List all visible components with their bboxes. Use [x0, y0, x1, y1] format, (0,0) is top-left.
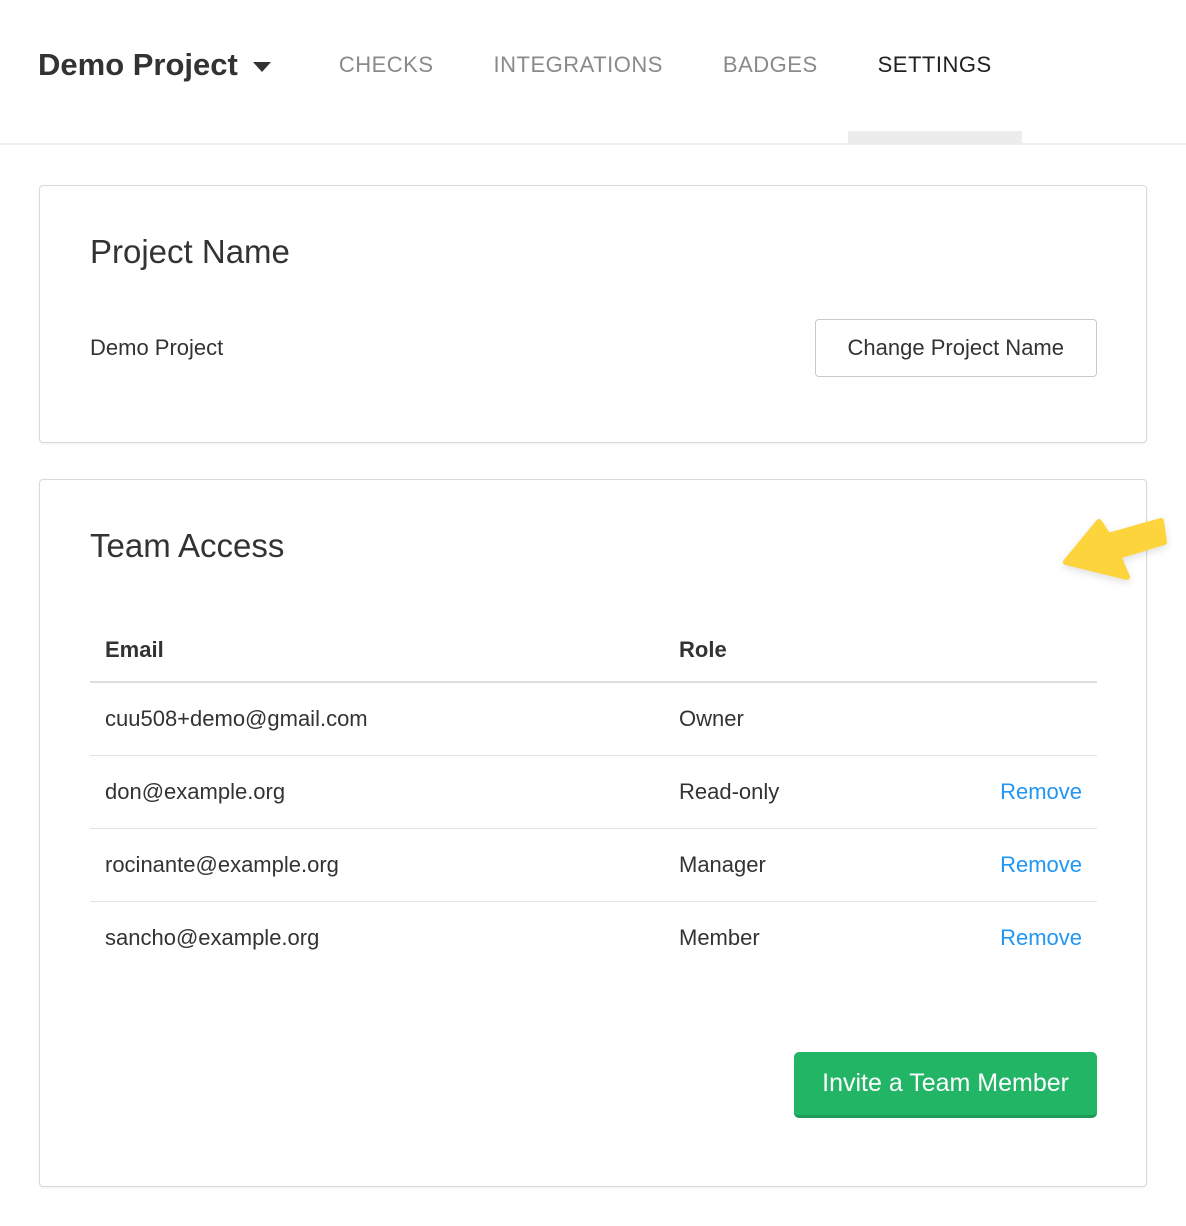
- remove-member-link[interactable]: Remove: [1000, 779, 1082, 804]
- table-row: sancho@example.org Member Remove: [90, 902, 1097, 975]
- active-tab-indicator: [848, 131, 1022, 145]
- team-access-title: Team Access: [90, 527, 1097, 565]
- column-header-email: Email: [90, 619, 664, 682]
- tab-settings[interactable]: SETTINGS: [848, 0, 1022, 143]
- table-row: don@example.org Read-only Remove: [90, 756, 1097, 829]
- invite-team-member-button[interactable]: Invite a Team Member: [794, 1052, 1097, 1118]
- top-nav-bar: Demo Project CHECKS INTEGRATIONS BADGES …: [0, 0, 1186, 145]
- change-project-name-button[interactable]: Change Project Name: [815, 319, 1097, 377]
- main-nav: CHECKS INTEGRATIONS BADGES SETTINGS: [309, 0, 1022, 143]
- remove-member-link[interactable]: Remove: [1000, 925, 1082, 950]
- chevron-down-icon: [253, 62, 271, 72]
- table-row: rocinante@example.org Manager Remove: [90, 829, 1097, 902]
- member-role: Member: [664, 902, 956, 975]
- project-switcher-label: Demo Project: [38, 47, 238, 83]
- tab-badges[interactable]: BADGES: [693, 0, 848, 143]
- member-email: don@example.org: [90, 756, 664, 829]
- project-name-card: Project Name Demo Project Change Project…: [39, 185, 1147, 443]
- project-name-value: Demo Project: [90, 335, 223, 361]
- member-role: Owner: [664, 682, 956, 756]
- team-access-card: Team Access Email Role cuu508+demo@gmail…: [39, 479, 1147, 1187]
- tab-checks[interactable]: CHECKS: [309, 0, 464, 143]
- tab-integrations[interactable]: INTEGRATIONS: [464, 0, 693, 143]
- project-switcher[interactable]: Demo Project: [38, 47, 271, 83]
- table-row: cuu508+demo@gmail.com Owner: [90, 682, 1097, 756]
- member-email: cuu508+demo@gmail.com: [90, 682, 664, 756]
- settings-page: Project Name Demo Project Change Project…: [0, 185, 1186, 1187]
- member-email: sancho@example.org: [90, 902, 664, 975]
- team-table-body: cuu508+demo@gmail.com Owner don@example.…: [90, 682, 1097, 974]
- remove-member-link[interactable]: Remove: [1000, 852, 1082, 877]
- column-header-role: Role: [664, 619, 956, 682]
- table-header-row: Email Role: [90, 619, 1097, 682]
- project-name-title: Project Name: [90, 233, 1097, 271]
- member-role: Read-only: [664, 756, 956, 829]
- column-header-action: [956, 619, 1097, 682]
- member-role: Manager: [664, 829, 956, 902]
- team-members-table: Email Role cuu508+demo@gmail.com Owner d…: [90, 619, 1097, 974]
- member-email: rocinante@example.org: [90, 829, 664, 902]
